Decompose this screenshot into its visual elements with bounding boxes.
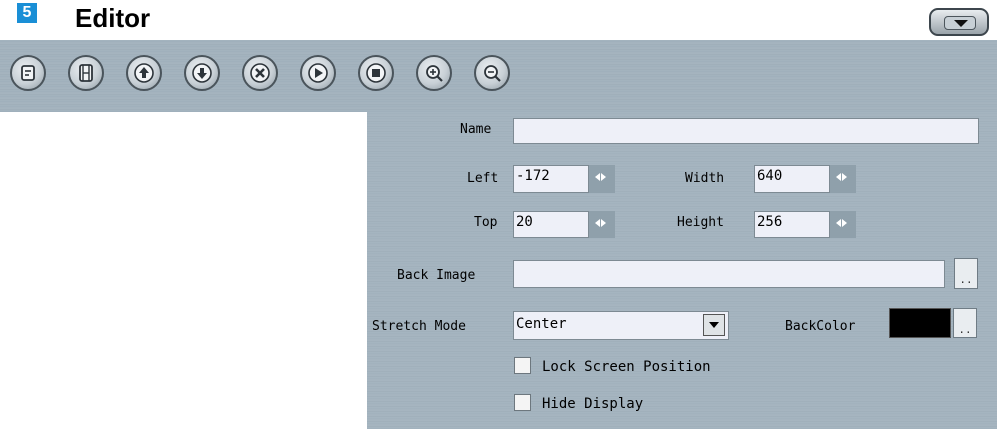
lock-position-checkbox[interactable] bbox=[514, 357, 531, 374]
zoom-in-button[interactable] bbox=[416, 55, 452, 91]
name-label: Name bbox=[460, 122, 492, 137]
page-title: Editor bbox=[75, 3, 151, 33]
left-label: Left bbox=[467, 171, 499, 186]
arrow-up-icon bbox=[134, 63, 154, 83]
chevron-down-icon bbox=[954, 20, 968, 27]
width-input[interactable]: 640 bbox=[754, 165, 830, 193]
film-icon bbox=[79, 64, 93, 82]
left-spinner[interactable] bbox=[589, 165, 615, 193]
step-badge: 5 bbox=[17, 3, 37, 23]
stop-icon bbox=[366, 63, 386, 83]
top-input[interactable]: 20 bbox=[513, 211, 589, 238]
film-button[interactable] bbox=[68, 55, 104, 91]
height-label: Height bbox=[677, 215, 724, 230]
collapse-button[interactable] bbox=[929, 8, 989, 36]
play-icon bbox=[308, 63, 328, 83]
top-label: Top bbox=[474, 215, 498, 230]
height-spinner[interactable] bbox=[830, 211, 856, 238]
move-down-button[interactable] bbox=[184, 55, 220, 91]
page-button[interactable] bbox=[10, 55, 46, 91]
arrow-down-icon bbox=[192, 63, 212, 83]
name-field[interactable] bbox=[513, 118, 979, 144]
zoom-out-icon bbox=[484, 65, 501, 82]
properties-panel: Name Left -172 Width 640 Top 20 Height 2… bbox=[367, 112, 997, 429]
stretch-mode-label: Stretch Mode bbox=[372, 319, 466, 334]
lock-position-label: Lock Screen Position bbox=[542, 359, 711, 375]
width-spinner[interactable] bbox=[830, 165, 856, 193]
delete-icon bbox=[250, 63, 270, 83]
chevron-down-icon[interactable] bbox=[703, 314, 725, 336]
browse-image-button[interactable]: .. bbox=[954, 258, 978, 289]
hide-display-checkbox[interactable] bbox=[514, 394, 531, 411]
move-up-button[interactable] bbox=[126, 55, 162, 91]
hide-display-label: Hide Display bbox=[542, 396, 644, 412]
top-spinner[interactable] bbox=[589, 211, 615, 238]
zoom-in-icon bbox=[426, 65, 443, 82]
header: 5 Editor bbox=[0, 0, 997, 40]
back-color-swatch[interactable] bbox=[889, 308, 951, 338]
pick-color-button[interactable]: .. bbox=[953, 308, 977, 338]
height-input[interactable]: 256 bbox=[754, 211, 830, 238]
delete-button[interactable] bbox=[242, 55, 278, 91]
page-icon bbox=[21, 65, 35, 81]
back-color-label: BackColor bbox=[785, 319, 856, 334]
toolbar bbox=[0, 40, 997, 112]
stretch-mode-select[interactable]: Center bbox=[513, 311, 729, 340]
back-image-label: Back Image bbox=[397, 268, 476, 283]
stop-button[interactable] bbox=[358, 55, 394, 91]
left-input[interactable]: -172 bbox=[513, 165, 589, 193]
back-image-field[interactable] bbox=[513, 260, 945, 288]
width-label: Width bbox=[685, 171, 725, 186]
play-button[interactable] bbox=[300, 55, 336, 91]
zoom-out-button[interactable] bbox=[474, 55, 510, 91]
